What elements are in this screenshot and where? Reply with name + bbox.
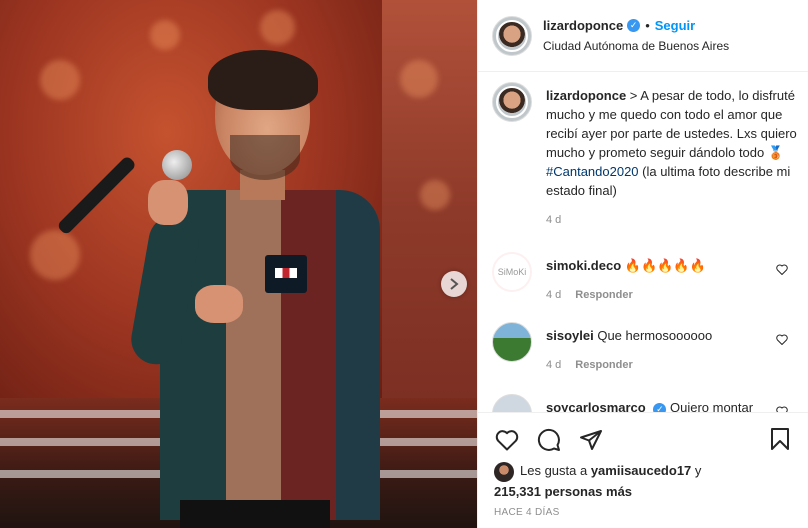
comment-text: Quiero montar bbox=[669, 400, 754, 412]
verified-icon: ✓ bbox=[627, 19, 641, 32]
likes-join: y bbox=[691, 463, 702, 478]
post-modal: lizardoponce ✓ • Seguir Ciudad Autónoma … bbox=[0, 0, 808, 528]
liker-username[interactable]: yamiisaucedo17 bbox=[591, 463, 691, 478]
comment-avatar[interactable] bbox=[492, 322, 532, 362]
heart-icon bbox=[495, 430, 519, 451]
chevron-right-icon bbox=[450, 278, 459, 290]
comment-username[interactable]: soycarlosmarco bbox=[546, 400, 646, 412]
caption-avatar[interactable] bbox=[492, 82, 532, 122]
verified-icon: ✓ bbox=[653, 402, 667, 412]
comment-button[interactable] bbox=[536, 427, 562, 453]
singer-figure bbox=[56, 40, 380, 528]
likes-count[interactable]: 215,331 personas más bbox=[494, 484, 632, 499]
microphone bbox=[56, 155, 137, 236]
avatar-logo-text: SiMoKi bbox=[497, 267, 527, 277]
comment-text: Que hermosoooooo bbox=[597, 328, 713, 343]
post-sidebar: lizardoponce ✓ • Seguir Ciudad Autónoma … bbox=[477, 0, 808, 528]
comment-text: 🔥🔥🔥🔥🔥 bbox=[624, 258, 706, 273]
bokeh-light bbox=[420, 180, 450, 210]
hand bbox=[148, 180, 188, 225]
beard bbox=[230, 135, 300, 180]
comment-username[interactable]: simoki.deco bbox=[546, 258, 621, 273]
microphone-head bbox=[162, 150, 192, 180]
share-button[interactable] bbox=[578, 427, 604, 453]
post-timestamp[interactable]: HACE 4 DÍAS bbox=[494, 507, 560, 518]
likes-prefix: Les gusta a bbox=[520, 463, 591, 478]
caption-age: 4 d bbox=[546, 214, 562, 226]
comment-age: 4 d bbox=[546, 289, 562, 301]
author-avatar[interactable] bbox=[492, 15, 532, 56]
next-photo-button[interactable] bbox=[441, 271, 467, 297]
like-button[interactable] bbox=[494, 427, 520, 453]
share-icon bbox=[580, 430, 602, 450]
follow-button[interactable]: Seguir bbox=[655, 18, 695, 33]
comments-list[interactable]: lizardoponce > A pesar de todo, lo disfr… bbox=[478, 72, 808, 412]
likes-summary: Les gusta a yamiisaucedo17 y 215,331 per… bbox=[494, 461, 794, 501]
comment-like-icon[interactable] bbox=[776, 264, 788, 278]
logo-patch bbox=[275, 268, 297, 278]
hand bbox=[195, 285, 243, 323]
post-photo[interactable] bbox=[0, 0, 477, 528]
comment-item: sisoylei Que hermosoooooo 4 d Responder bbox=[492, 322, 802, 382]
comment-avatar[interactable]: SiMoKi bbox=[492, 252, 532, 292]
comment-age: 4 d bbox=[546, 359, 562, 371]
reply-button[interactable]: Responder bbox=[575, 359, 632, 371]
author-username[interactable]: lizardoponce bbox=[543, 18, 623, 33]
comment-item: SiMoKi simoki.deco 🔥🔥🔥🔥🔥 4 d Responder bbox=[492, 252, 802, 312]
reply-button[interactable]: Responder bbox=[575, 289, 632, 301]
caption-username[interactable]: lizardoponce bbox=[546, 88, 626, 103]
comment-like-icon[interactable] bbox=[776, 334, 788, 348]
comment-username[interactable]: sisoylei bbox=[546, 328, 594, 343]
save-button[interactable] bbox=[769, 427, 795, 453]
comment-avatar[interactable] bbox=[492, 394, 532, 412]
comment-item: soycarlosmarco ✓ Quiero montar bbox=[492, 394, 802, 412]
comment-icon bbox=[537, 428, 560, 451]
liker-avatar[interactable] bbox=[494, 461, 514, 482]
post-actions: Les gusta a yamiisaucedo17 y 215,331 per… bbox=[478, 412, 808, 528]
post-header: lizardoponce ✓ • Seguir Ciudad Autónoma … bbox=[478, 0, 808, 72]
bokeh-light bbox=[30, 230, 80, 280]
caption-hashtag[interactable]: #Cantando2020 bbox=[546, 164, 639, 179]
bookmark-icon bbox=[771, 428, 789, 450]
hair bbox=[208, 50, 318, 110]
bokeh-light bbox=[400, 60, 438, 98]
bokeh-light bbox=[40, 60, 80, 100]
pants bbox=[180, 500, 330, 528]
separator-dot: • bbox=[645, 18, 650, 33]
post-location[interactable]: Ciudad Autónoma de Buenos Aires bbox=[543, 39, 729, 53]
